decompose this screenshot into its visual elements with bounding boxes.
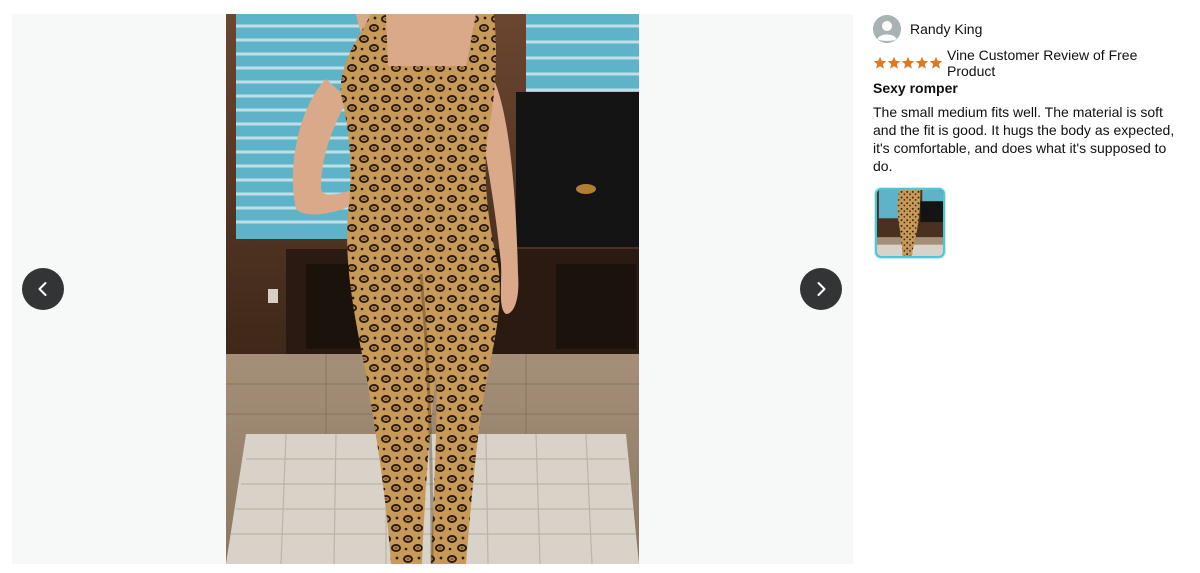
star-filled-icon xyxy=(929,56,943,69)
review-panel: Randy King Vine Customer Review of Free … xyxy=(873,14,1185,258)
star-rating[interactable] xyxy=(873,56,943,70)
next-image-button[interactable] xyxy=(800,268,842,310)
star-filled-icon xyxy=(887,56,901,69)
review-title: Sexy romper xyxy=(873,80,958,96)
review-body: The small medium fits well. The material… xyxy=(873,104,1175,174)
previous-image-button[interactable] xyxy=(22,268,64,310)
star-filled-icon xyxy=(915,56,929,69)
vine-review-label: Vine Customer Review of Free Product xyxy=(947,46,1138,79)
chevron-left-icon xyxy=(38,282,47,296)
review-image-modal: Randy King Vine Customer Review of Free … xyxy=(0,0,1200,573)
review-photo-image xyxy=(226,14,639,564)
avatar xyxy=(873,15,901,43)
review-image-thumbnail[interactable] xyxy=(875,188,945,258)
review-photo xyxy=(226,14,639,564)
reviewer-profile[interactable]: Randy King xyxy=(873,14,1185,44)
star-filled-icon xyxy=(873,56,887,69)
chevron-right-icon xyxy=(817,282,826,296)
reviewer-name[interactable]: Randy King xyxy=(910,21,982,37)
image-viewer xyxy=(12,14,853,564)
rating-row: Vine Customer Review of Free Product xyxy=(873,47,1185,79)
user-silhouette-icon xyxy=(873,15,901,43)
thumbnail-image xyxy=(877,190,943,256)
star-filled-icon xyxy=(901,56,915,69)
